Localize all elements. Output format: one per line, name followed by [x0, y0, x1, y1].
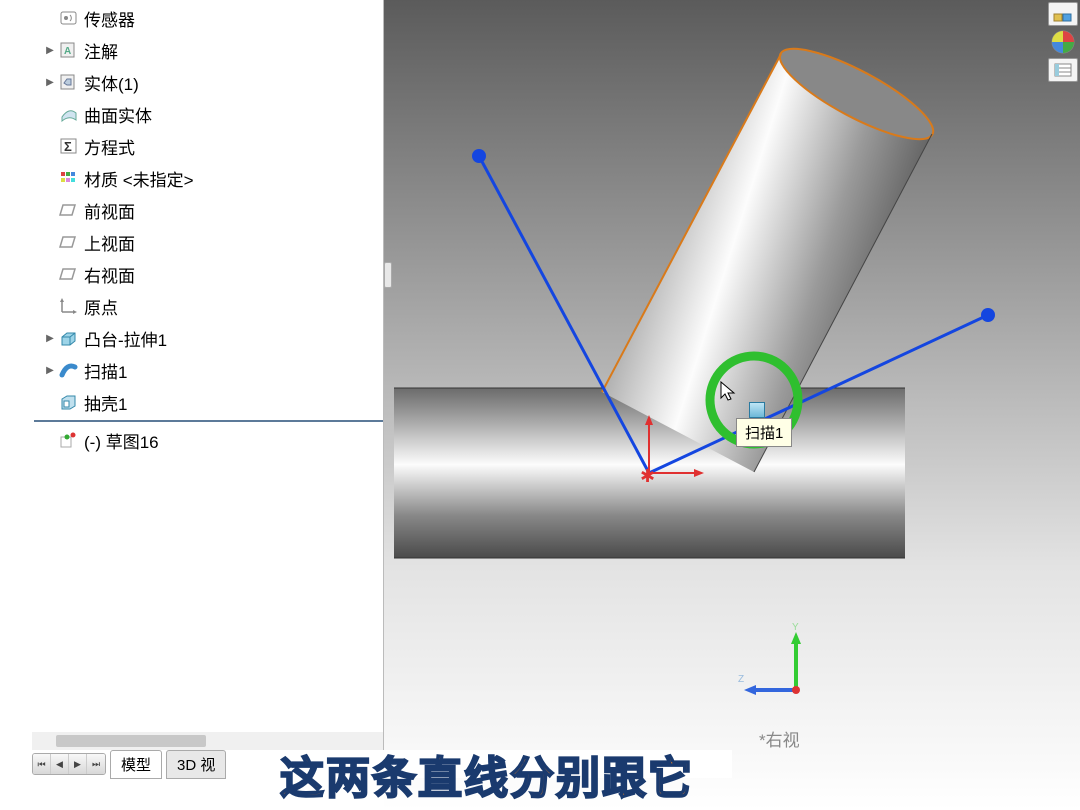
tree-row-shell[interactable]: ▶ 抽壳1: [34, 386, 383, 418]
equation-icon: Σ: [58, 135, 80, 157]
tree-label: 注解: [84, 38, 118, 63]
plane-icon: [58, 263, 80, 285]
nav-next[interactable]: ▶: [69, 754, 87, 774]
tree-row-origin[interactable]: ▶ 原点: [34, 290, 383, 322]
feature-tooltip: 扫描1: [736, 418, 792, 447]
tooltip-label: 扫描1: [745, 425, 783, 442]
view-name-label: *右视: [759, 726, 800, 751]
tree-label: 材质 <未指定>: [84, 166, 194, 191]
sensor-icon: [58, 7, 80, 29]
sweep-icon: [58, 359, 80, 381]
tree-separator: [34, 420, 383, 422]
tree-row-annotation[interactable]: ▶ A 注解: [34, 34, 383, 66]
tree-label: 上视面: [84, 230, 135, 255]
tree-horizontal-scrollbar[interactable]: [32, 732, 383, 750]
tree-row-sweep[interactable]: ▶ 扫描1: [34, 354, 383, 386]
bottom-tab-bar: ⏮ ◀ ▶ ⏭ 模型 3D 视: [32, 750, 732, 778]
shell-icon: [58, 391, 80, 413]
svg-text:✱: ✱: [640, 466, 655, 486]
sketch-icon: [58, 429, 80, 451]
tree-label: 传感器: [84, 6, 135, 31]
tree-row-top-plane[interactable]: ▶ 上视面: [34, 226, 383, 258]
tree-label: 右视面: [84, 262, 135, 287]
tree-row-equation[interactable]: ▶ Σ 方程式: [34, 130, 383, 162]
tree-row-front-plane[interactable]: ▶ 前视面: [34, 194, 383, 226]
feature-tree-panel: ▶ 传感器 ▶ A 注解 ▶ 实体(1) ▶: [32, 0, 384, 750]
plane-icon: [58, 199, 80, 221]
expand-arrow[interactable]: ▶: [42, 45, 58, 56]
tree-label: 凸台-拉伸1: [84, 326, 167, 351]
3d-viewport[interactable]: ✱ Y Z *右视: [384, 0, 1080, 810]
tree-label: 曲面实体: [84, 102, 152, 127]
3d-scene[interactable]: ✱: [384, 0, 1080, 810]
origin-icon: [58, 295, 80, 317]
tree-label: 实体(1): [84, 70, 139, 95]
tree-row-sensor[interactable]: ▶ 传感器: [34, 2, 383, 34]
panel-divider-handle[interactable]: [384, 262, 392, 288]
solid-body-icon: [58, 71, 80, 93]
expand-arrow[interactable]: ▶: [42, 333, 58, 344]
tab-nav-buttons[interactable]: ⏮ ◀ ▶ ⏭: [32, 753, 106, 775]
annotation-icon: A: [58, 39, 80, 61]
expand-arrow[interactable]: ▶: [42, 365, 58, 376]
tab-model[interactable]: 模型: [110, 750, 162, 779]
svg-text:A: A: [64, 46, 71, 57]
nav-prev[interactable]: ◀: [51, 754, 69, 774]
tree-row-material[interactable]: ▶ 材质 <未指定>: [34, 162, 383, 194]
tree-row-surface-body[interactable]: ▶ 曲面实体: [34, 98, 383, 130]
sketch-endpoint[interactable]: [472, 149, 486, 163]
feature-tree[interactable]: ▶ 传感器 ▶ A 注解 ▶ 实体(1) ▶: [32, 0, 383, 456]
nav-last[interactable]: ⏭: [87, 754, 105, 774]
tree-label: 扫描1: [84, 358, 127, 383]
tree-label: 抽壳1: [84, 390, 127, 415]
tree-row-extrude[interactable]: ▶ 凸台-拉伸1: [34, 322, 383, 354]
tab-3d-view[interactable]: 3D 视: [166, 750, 226, 779]
tree-label: 前视面: [84, 198, 135, 223]
tree-row-sketch[interactable]: ▶ (-) 草图16: [34, 424, 383, 456]
tree-label: 原点: [84, 294, 118, 319]
expand-arrow[interactable]: ▶: [42, 77, 58, 88]
sketch-endpoint[interactable]: [981, 308, 995, 322]
surface-body-icon: [58, 103, 80, 125]
plane-icon: [58, 231, 80, 253]
tree-label: 方程式: [84, 134, 135, 159]
svg-text:Σ: Σ: [64, 139, 72, 154]
nav-first[interactable]: ⏮: [33, 754, 51, 774]
tree-row-solid-body[interactable]: ▶ 实体(1): [34, 66, 383, 98]
tree-label: (-) 草图16: [84, 428, 159, 453]
tooltip-feature-marker: [749, 402, 765, 418]
scrollbar-thumb[interactable]: [56, 735, 206, 747]
extrude-icon: [58, 327, 80, 349]
tree-row-right-plane[interactable]: ▶ 右视面: [34, 258, 383, 290]
material-icon: [58, 167, 80, 189]
